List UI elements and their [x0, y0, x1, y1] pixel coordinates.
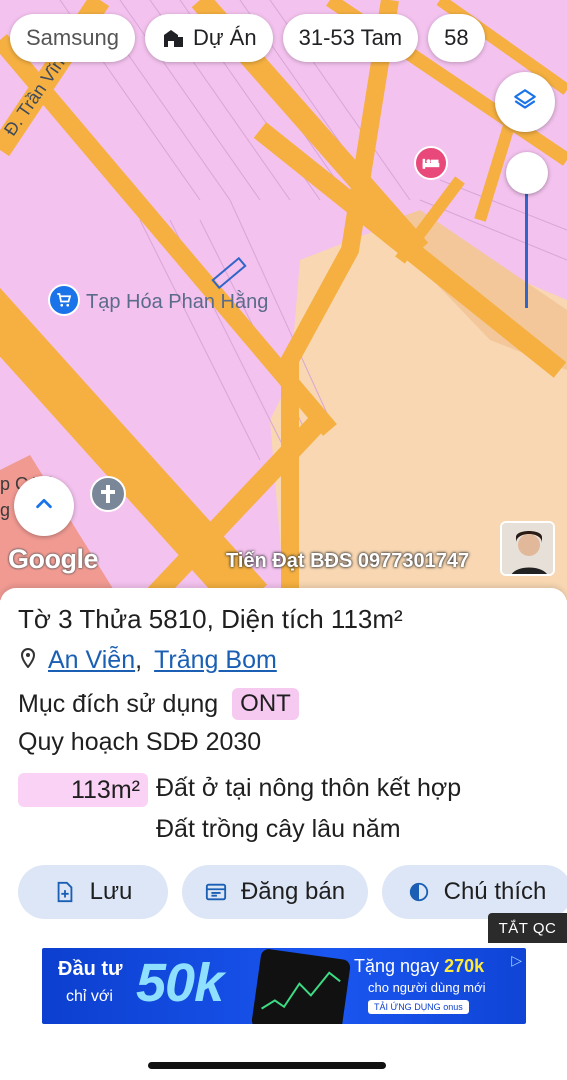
ad-line-2: chỉ với [66, 988, 113, 1005]
area-value-badge: 113m² [18, 773, 148, 807]
chevron-up-icon [33, 493, 55, 520]
action-buttons: Lưu Đăng bán Chú thích [18, 865, 567, 919]
opacity-slider-handle[interactable] [506, 152, 548, 194]
parcel-title: Tờ 3 Thửa 5810, Diện tích 113m² [18, 604, 403, 634]
church-pin-icon[interactable] [90, 476, 126, 512]
purpose-row: Mục đích sử dụng ONT [18, 688, 299, 720]
chip-more[interactable]: 58 [428, 14, 485, 62]
save-label: Lưu [89, 878, 133, 905]
opacity-slider-track[interactable] [525, 190, 528, 308]
map-view[interactable]: Đ. Trần Vĩnh Lộc Tạp Hóa Phan Hằng p C V… [0, 0, 567, 600]
location-pin-icon [20, 646, 36, 675]
ad-line-1: Đầu tư [58, 958, 123, 980]
post-sale-label: Đăng bán [240, 878, 346, 905]
area-land-type-1: Đất ở tại nông thôn kết hợp [156, 774, 462, 802]
save-button[interactable]: Lưu [18, 865, 168, 919]
phone-image [250, 948, 352, 1024]
building-icon [161, 26, 185, 50]
add-file-icon [54, 881, 76, 903]
chip-label: 58 [444, 25, 469, 50]
ad-big-amount: 50k [136, 953, 224, 1013]
ad-choices-icon[interactable]: ▷ [511, 952, 522, 969]
chip-label: Samsung [26, 25, 119, 50]
listing-icon [205, 881, 227, 903]
ad-cta: TẢI ỨNG DỤNG onus [368, 1000, 469, 1014]
hotel-pin-icon[interactable] [414, 146, 448, 180]
ad-offer-sub: cho người dùng mới [368, 980, 486, 995]
shop-label[interactable]: Tạp Hóa Phan Hằng [86, 291, 268, 314]
chip-address[interactable]: 31-53 Tam [282, 14, 419, 62]
watermark-text: Tiến Đạt BĐS 0977301747 [226, 550, 470, 572]
ad-banner[interactable]: Đầu tư chỉ với 50k Tặng ngay 270k cho ng… [42, 948, 526, 1024]
district-link[interactable]: Trảng Bom [154, 646, 277, 675]
purpose-label: Mục đích sử dụng [18, 689, 219, 718]
filter-chips: Samsung Dự Án 31-53 Tam 58 [10, 14, 485, 62]
legend-label: Chú thích [443, 878, 547, 905]
avatar [500, 521, 555, 576]
chip-samsung[interactable]: Samsung [10, 14, 135, 62]
layers-button[interactable] [495, 72, 555, 132]
legend-button[interactable]: Chú thích [382, 865, 567, 919]
hide-ads-button[interactable]: TẮT QC [488, 913, 567, 943]
parcel-info-sheet: Tờ 3 Thửa 5810, Diện tích 113m² An Viễn,… [0, 588, 567, 1080]
chip-label: Dự Án [192, 25, 257, 50]
location-row: An Viễn, Trảng Bom [20, 646, 277, 675]
contrast-icon [408, 881, 430, 903]
location-separator: , [135, 646, 143, 674]
google-logo: Google [8, 544, 99, 574]
area-land-type-2: Đất trồng cây lâu năm [156, 815, 401, 843]
post-sale-button[interactable]: Đăng bán [182, 865, 368, 919]
chip-label: 31-53 Tam [298, 25, 403, 50]
chip-du-an[interactable]: Dự Án [144, 14, 273, 62]
shop-pin-icon[interactable] [48, 284, 80, 316]
purpose-code-badge: ONT [232, 688, 299, 720]
plan-label: Quy hoạch SDĐ 2030 [18, 728, 262, 756]
ward-link[interactable]: An Viễn [48, 646, 135, 674]
layers-icon [512, 87, 538, 118]
expand-up-button[interactable] [14, 476, 74, 536]
ad-offer: Tặng ngay 270k [354, 956, 485, 976]
home-indicator[interactable] [148, 1062, 386, 1069]
